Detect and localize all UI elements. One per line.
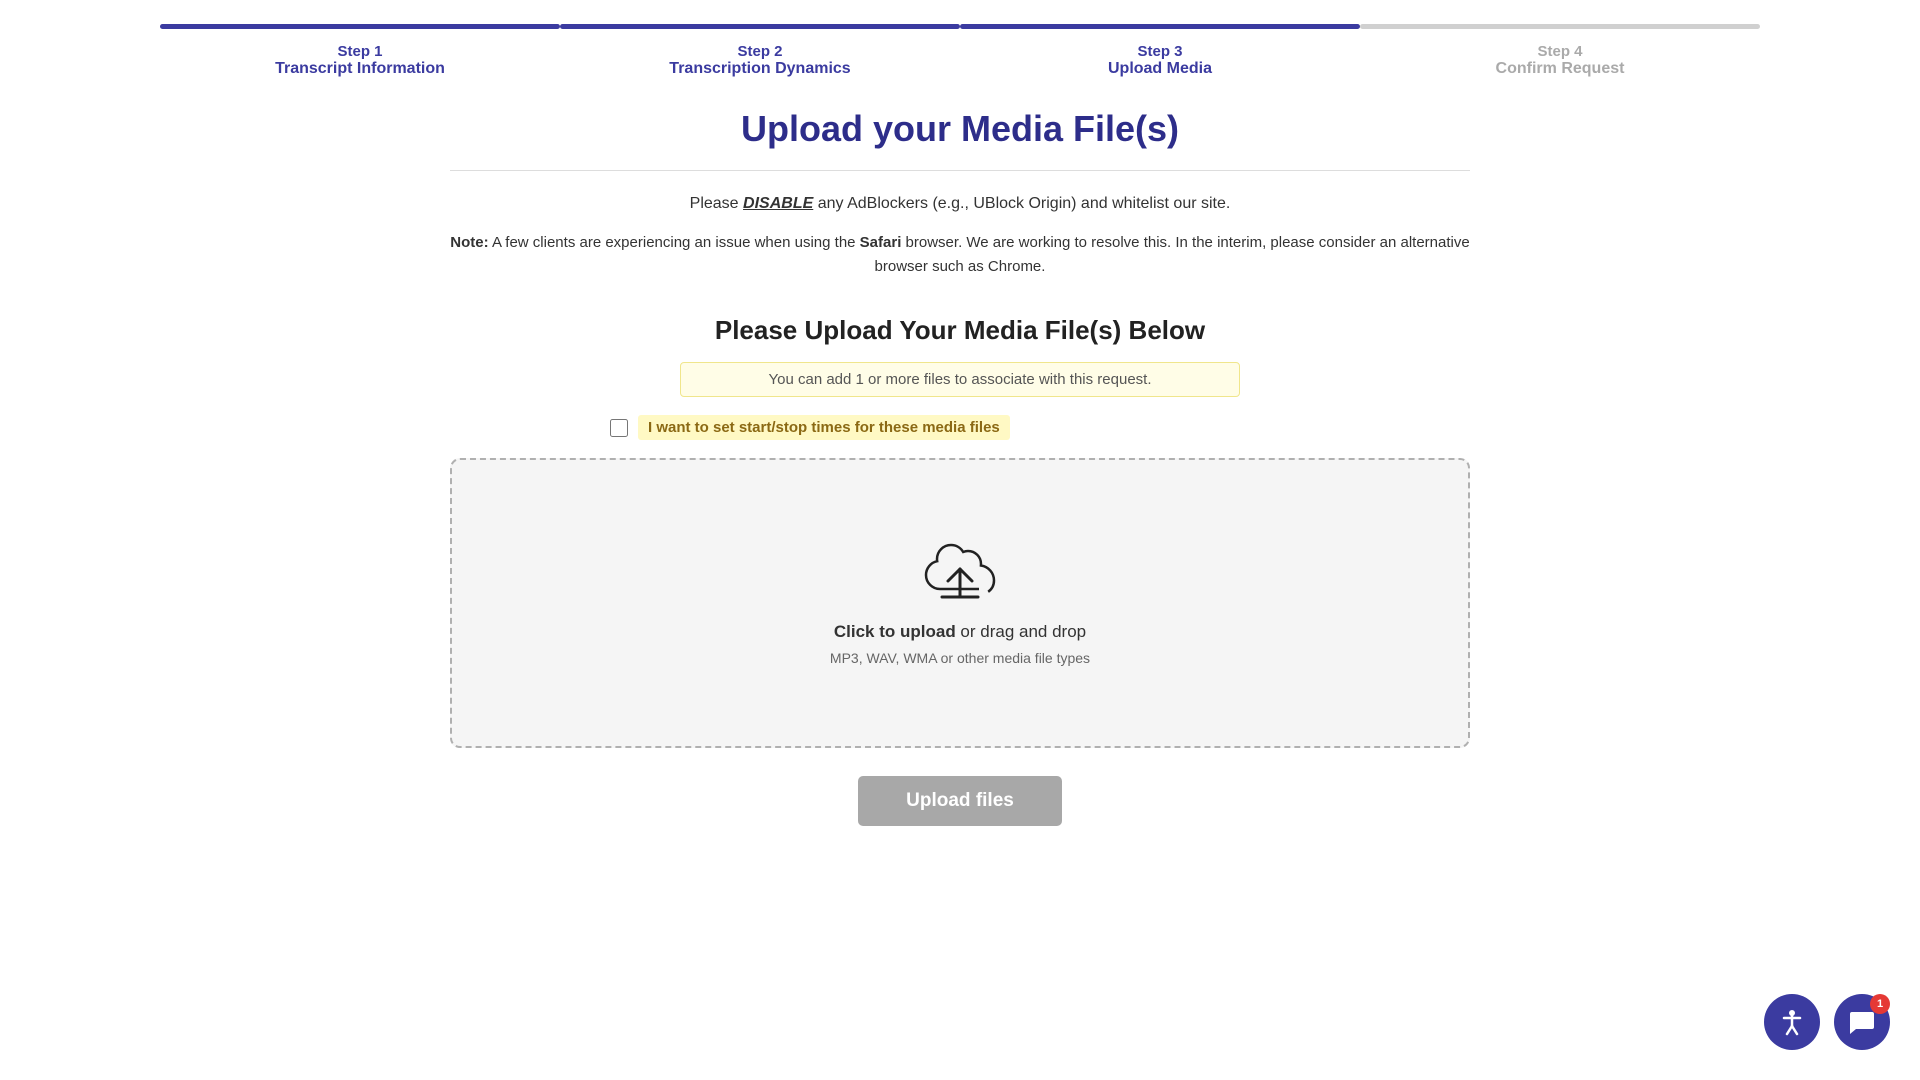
disable-word: DISABLE [743,195,813,212]
step-3-number: Step 3 [1137,43,1182,60]
step-1-line [160,24,560,29]
step-4-number: Step 4 [1537,43,1582,60]
dropzone-text: Click to upload or drag and drop [834,622,1086,642]
accessibility-button[interactable] [1764,994,1820,1050]
note-label: Note: [450,234,488,251]
step-4-line [1360,24,1760,29]
divider [450,170,1470,171]
or-drag-drop-text: or drag and drop [956,622,1086,641]
info-banner: You can add 1 or more files to associate… [680,362,1240,397]
file-types-text: MP3, WAV, WMA or other media file types [830,650,1090,666]
checkbox-row: I want to set start/stop times for these… [450,415,1470,440]
stepper: Step 1 Transcript Information Step 2 Tra… [0,0,1920,78]
cloud-upload-icon [924,541,996,606]
chat-button[interactable]: 1 [1834,994,1890,1050]
start-stop-label[interactable]: I want to set start/stop times for these… [638,415,1010,440]
upload-files-button[interactable]: Upload files [858,776,1062,826]
upload-section-title: Please Upload Your Media File(s) Below [450,315,1470,346]
step-4-title: Confirm Request [1496,60,1625,78]
step-1-number: Step 1 [337,43,382,60]
step-4: Step 4 Confirm Request [1360,24,1760,78]
step-2-title: Transcription Dynamics [669,60,850,78]
step-3: Step 3 Upload Media [960,24,1360,78]
click-to-upload-text: Click to upload [834,622,956,641]
step-3-line [960,24,1360,29]
step-2: Step 2 Transcription Dynamics [560,24,960,78]
step-1: Step 1 Transcript Information [160,24,560,78]
disable-notice: Please DISABLE any AdBlockers (e.g., UBl… [450,195,1470,213]
dropzone[interactable]: Click to upload or drag and drop MP3, WA… [450,458,1470,748]
chat-icon [1848,1008,1876,1036]
note-notice: Note: A few clients are experiencing an … [450,231,1470,279]
page-title: Upload your Media File(s) [450,108,1470,150]
main-content: Upload your Media File(s) Please DISABLE… [410,78,1510,856]
step-2-number: Step 2 [737,43,782,60]
start-stop-checkbox[interactable] [610,419,628,437]
bottom-right-buttons: 1 [1764,994,1890,1050]
step-1-title: Transcript Information [275,60,445,78]
step-3-title: Upload Media [1108,60,1212,78]
chat-badge: 1 [1870,994,1890,1014]
step-2-line [560,24,960,29]
accessibility-icon [1777,1007,1807,1037]
safari-word: Safari [860,234,902,251]
